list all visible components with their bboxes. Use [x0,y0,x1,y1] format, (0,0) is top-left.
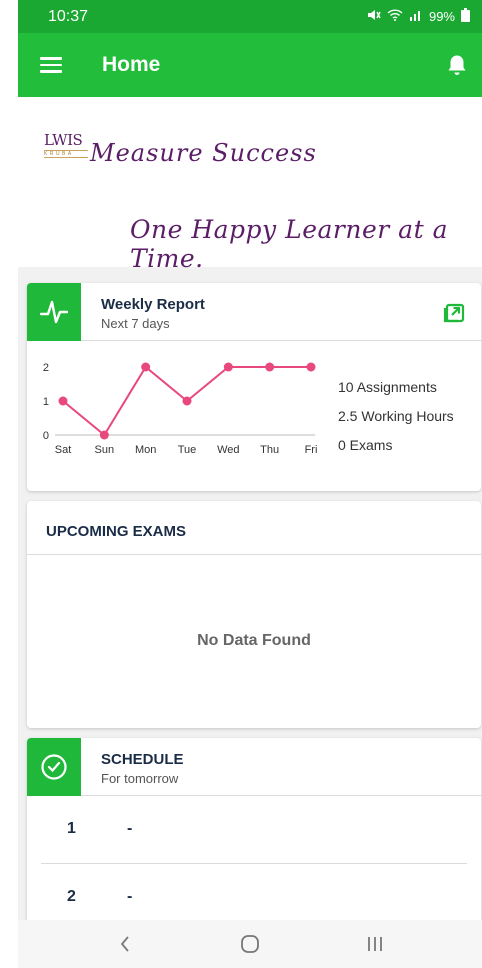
recent-apps-icon[interactable] [355,924,395,964]
banner-tagline-2: One Happy Learner at a Time. [130,215,448,273]
chart-data-point [265,362,275,372]
schedule-subtitle: For tomorrow [101,771,179,786]
status-time: 10:37 [48,7,89,25]
open-external-icon[interactable] [443,301,465,323]
wifi-icon [387,9,403,24]
chart-y-tick: 0 [43,430,49,442]
schedule-card: SCHEDULE For tomorrow 1 - 2 - [27,738,481,920]
page-title: Home [102,53,161,76]
schedule-row[interactable]: 2 - [41,864,467,920]
banner-tagline-1: Measure Success [90,139,317,167]
chart-data-point [223,362,233,372]
weekly-report-subtitle: Next 7 days [101,316,170,331]
chart-data-point [141,362,151,372]
chart-x-tick: Fri [305,444,318,456]
schedule-title: SCHEDULE [101,751,184,768]
chart-data-point [99,430,109,440]
stat-working-hours: 2.5 Working Hours [338,408,454,424]
weekly-stats: 10 Assignments 2.5 Working Hours 0 Exams [338,379,454,466]
stat-exams: 0 Exams [338,437,393,453]
chart-x-tick: Tue [178,444,197,456]
schedule-row[interactable]: 1 - [41,796,467,864]
chart-y-tick: 2 [43,362,49,374]
weekly-report-title: Weekly Report [101,296,205,313]
weekly-report-card: Weekly Report Next 7 days 0 1 2 Sat Sun Mon Tu… [27,283,481,491]
schedule-header: SCHEDULE For tomorrow [27,738,481,796]
chart-y-tick: 1 [43,396,49,408]
hamburger-menu-icon[interactable] [40,57,62,73]
weekly-report-header: Weekly Report Next 7 days [27,283,481,341]
chart-data-point [58,396,68,406]
chart-x-tick: Thu [260,444,279,456]
chart-x-tick: Mon [135,444,156,456]
battery-level: 99% [428,9,455,24]
status-bar: 10:37 99% [18,0,482,33]
notification-bell-icon[interactable] [446,53,468,77]
schedule-period-number: 2 [67,888,76,905]
lwis-logo: LWIS KRUBA [44,131,88,171]
chart-data-point [182,396,192,406]
chart-data-point [306,362,316,372]
app-bar: Home [18,33,482,97]
school-banner: LWIS KRUBA Measure Success One Happy Lea… [18,97,482,273]
chart-x-tick: Sun [95,444,115,456]
signal-icon [409,9,423,24]
stat-assignments: 10 Assignments [338,379,437,395]
mute-icon [367,9,381,24]
back-icon[interactable] [105,924,145,964]
chart-x-tick: Wed [217,444,239,456]
battery-icon [461,8,470,25]
schedule-period-value: - [127,888,133,905]
no-data-message: No Data Found [197,632,311,649]
chart-x-tick: Sat [55,444,72,456]
activity-pulse-icon [27,283,81,341]
home-content[interactable]: LWIS KRUBA Measure Success One Happy Lea… [18,97,482,920]
home-icon[interactable] [230,924,270,964]
schedule-period-value: - [127,820,133,837]
upcoming-exams-title: UPCOMING EXAMS [46,523,187,540]
upcoming-exams-card: UPCOMING EXAMS No Data Found [27,501,481,728]
system-nav-bar [18,920,482,968]
weekly-report-chart: 0 1 2 Sat Sun Mon Tue Wed Thu Fri [43,362,318,456]
clock-icon [27,738,81,796]
schedule-period-number: 1 [67,820,76,837]
